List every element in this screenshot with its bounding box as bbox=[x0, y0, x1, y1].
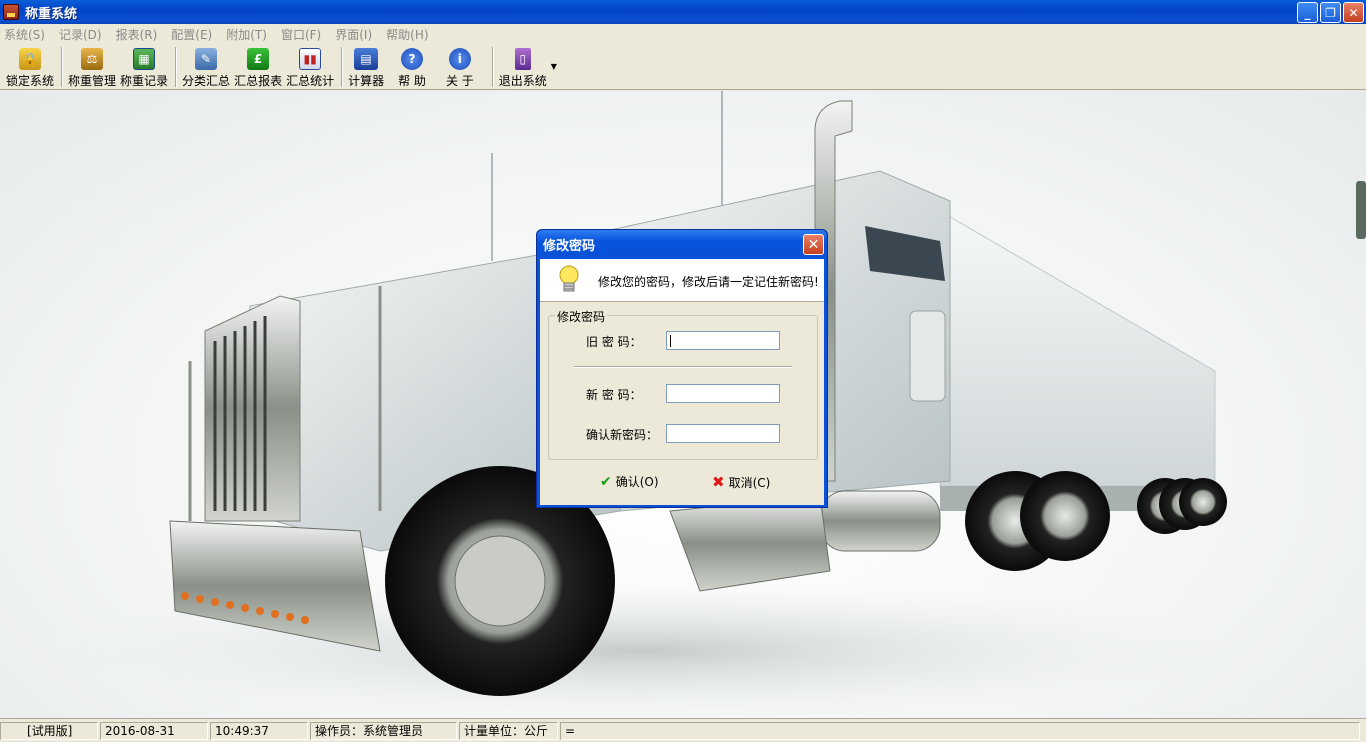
restore-button[interactable]: ❐ bbox=[1320, 2, 1341, 23]
new-password-label: 新 密 码： bbox=[586, 388, 642, 402]
exit-system-label: 退出系统 bbox=[498, 74, 547, 88]
minimize-icon: _ bbox=[1304, 5, 1311, 20]
close-icon: ✕ bbox=[807, 236, 820, 253]
help-icon: ? bbox=[401, 48, 424, 70]
toolbar-separator bbox=[341, 47, 344, 87]
status-bar: [试用版] 2016-08-31 10:49:37 操作员：系统管理员 计量单位… bbox=[0, 718, 1366, 742]
confirm-password-input[interactable] bbox=[666, 424, 780, 443]
summary-report-button[interactable]: £ 汇总报表 bbox=[234, 44, 282, 90]
scale-icon: ⚖ bbox=[81, 48, 104, 70]
checkmark-icon: ✔ bbox=[600, 473, 612, 490]
menu-window[interactable]: 窗口(F) bbox=[281, 26, 321, 43]
status-extra: = bbox=[560, 721, 1360, 740]
old-password-input[interactable] bbox=[666, 331, 780, 350]
groupbox-title: 修改密码 bbox=[555, 308, 608, 325]
toolbar-separator bbox=[175, 47, 178, 87]
confirm-password-label: 确认新密码： bbox=[586, 428, 659, 442]
side-grip-handle[interactable] bbox=[1356, 181, 1366, 239]
help-button[interactable]: ? 帮 助 bbox=[398, 44, 426, 90]
category-summary-label: 分类汇总 bbox=[182, 74, 231, 88]
group-divider bbox=[574, 366, 792, 368]
cancel-button-label: 取消(C) bbox=[728, 475, 771, 490]
status-time: 10:49:37 bbox=[210, 721, 308, 740]
category-summary-button[interactable]: ✎ 分类汇总 bbox=[182, 44, 230, 90]
cross-icon: ✖ bbox=[712, 473, 725, 491]
new-password-input[interactable] bbox=[666, 384, 780, 403]
old-password-label: 旧 密 码： bbox=[586, 335, 642, 349]
summary-edit-icon: ✎ bbox=[195, 48, 218, 70]
about-button[interactable]: i 关 于 bbox=[446, 44, 474, 90]
password-groupbox: 修改密码 旧 密 码： 新 密 码： 确认新密码： bbox=[548, 308, 818, 460]
close-button[interactable]: ✕ bbox=[1343, 2, 1364, 23]
menu-system[interactable]: 系统(S) bbox=[4, 26, 45, 43]
toolbar: 🔒 锁定系统 ⚖ 称重管理 ▦ 称重记录 ✎ 分类汇总 £ 汇总报表 ▮▮ 汇总… bbox=[0, 44, 1366, 90]
close-icon: ✕ bbox=[1348, 5, 1359, 20]
lock-system-button[interactable]: 🔒 锁定系统 bbox=[6, 44, 54, 90]
restore-icon: ❐ bbox=[1325, 5, 1336, 20]
exit-system-button[interactable]: ▯ 退出系统 bbox=[499, 44, 547, 90]
help-label: 帮 助 bbox=[398, 74, 426, 88]
toolbar-overflow-icon[interactable]: ▼ bbox=[551, 62, 557, 71]
dialog-banner: 修改您的密码，修改后请一定记住新密码! bbox=[540, 259, 824, 302]
menu-records[interactable]: 记录(D) bbox=[59, 26, 102, 43]
weigh-record-label: 称重记录 bbox=[120, 74, 169, 88]
weigh-manage-label: 称重管理 bbox=[68, 74, 117, 88]
summary-stats-button[interactable]: ▮▮ 汇总统计 bbox=[286, 44, 334, 90]
lock-icon: 🔒 bbox=[19, 48, 41, 70]
menu-help[interactable]: 帮助(H) bbox=[386, 26, 428, 43]
summary-stats-label: 汇总统计 bbox=[286, 74, 335, 88]
menu-bar: 系统(S) 记录(D) 报表(R) 配置(E) 附加(T) 窗口(F) 界面(I… bbox=[0, 24, 1366, 44]
menu-reports[interactable]: 报表(R) bbox=[116, 26, 158, 43]
weigh-manage-button[interactable]: ⚖ 称重管理 bbox=[68, 44, 116, 90]
dialog-body: 修改您的密码，修改后请一定记住新密码! 修改密码 旧 密 码： 新 密 码： 确… bbox=[540, 259, 824, 505]
status-unit: 计量单位：公斤 bbox=[459, 721, 558, 740]
change-password-dialog: 修改密码 ✕ 修改您的密码，修改后请一定记住新密码! 修改密码 旧 密 码： 新… bbox=[536, 229, 828, 508]
status-operator: 操作员：系统管理员 bbox=[310, 721, 457, 740]
calculator-label: 计算器 bbox=[348, 74, 385, 88]
about-label: 关 于 bbox=[445, 74, 474, 88]
status-edition: [试用版] bbox=[0, 721, 98, 740]
lock-system-label: 锁定系统 bbox=[6, 74, 55, 88]
bar-chart-icon: ▮▮ bbox=[299, 48, 322, 70]
dialog-title: 修改密码 bbox=[543, 239, 596, 254]
weigh-record-button[interactable]: ▦ 称重记录 bbox=[120, 44, 168, 90]
calculator-icon: ▤ bbox=[354, 48, 379, 70]
dialog-message: 修改您的密码，修改后请一定记住新密码! bbox=[598, 275, 819, 289]
record-grid-icon: ▦ bbox=[133, 48, 156, 70]
calculator-button[interactable]: ▤ 计算器 bbox=[348, 44, 384, 90]
menu-addons[interactable]: 附加(T) bbox=[226, 26, 267, 43]
title-bar: 称重系统 _ ❐ ✕ bbox=[0, 0, 1366, 24]
cancel-button[interactable]: ✖ 取消(C) bbox=[712, 473, 770, 491]
pound-report-icon: £ bbox=[247, 48, 270, 70]
dialog-close-button[interactable]: ✕ bbox=[803, 234, 824, 255]
ok-button-label: 确认(O) bbox=[615, 475, 659, 489]
lightbulb-icon bbox=[559, 265, 579, 292]
menu-config[interactable]: 配置(E) bbox=[171, 26, 212, 43]
menu-interface[interactable]: 界面(I) bbox=[335, 26, 372, 43]
minimize-button[interactable]: _ bbox=[1297, 2, 1318, 23]
info-icon: i bbox=[448, 48, 471, 70]
window-controls: _ ❐ ✕ bbox=[1297, 2, 1364, 23]
summary-report-label: 汇总报表 bbox=[234, 74, 283, 88]
status-date: 2016-08-31 bbox=[100, 721, 208, 740]
app-icon[interactable] bbox=[3, 4, 19, 20]
toolbar-separator bbox=[61, 47, 64, 87]
text-caret bbox=[670, 335, 671, 347]
exit-door-icon: ▯ bbox=[514, 48, 531, 70]
toolbar-separator bbox=[491, 47, 494, 87]
dialog-title-bar[interactable]: 修改密码 bbox=[537, 230, 827, 259]
window-title: 称重系统 bbox=[25, 6, 78, 22]
ok-button[interactable]: ✔ 确认(O) bbox=[600, 473, 659, 490]
